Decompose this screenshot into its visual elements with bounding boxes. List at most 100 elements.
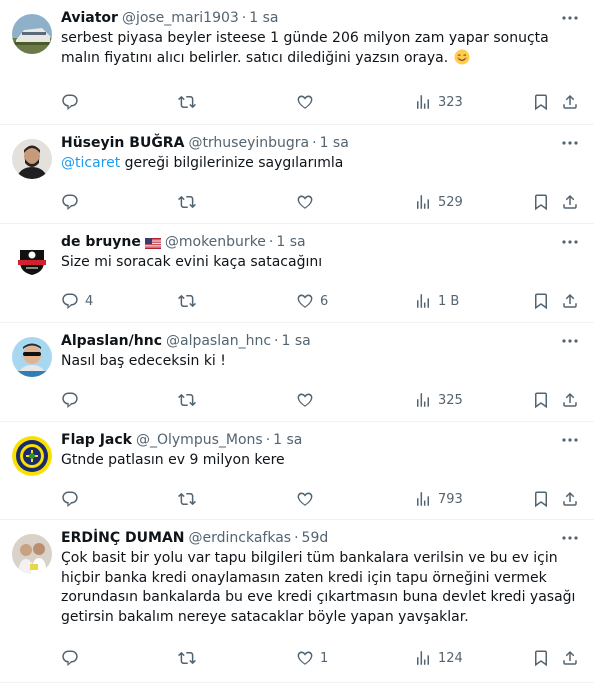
avatar[interactable] <box>12 436 52 476</box>
reply-icon <box>61 93 79 111</box>
reply-icon <box>61 649 79 667</box>
views-button[interactable]: 325 <box>414 391 463 409</box>
timestamp[interactable]: 1 sa <box>281 333 310 349</box>
more-options-icon[interactable] <box>560 232 580 252</box>
display-name[interactable]: de bruyne <box>61 234 141 250</box>
share-button[interactable] <box>561 93 579 111</box>
timestamp[interactable]: 59d <box>302 530 329 546</box>
user-handle[interactable]: @alpaslan_hnc <box>166 333 271 349</box>
reply-button[interactable] <box>61 490 85 508</box>
separator-dot: · <box>268 234 274 250</box>
user-handle[interactable]: @mokenburke <box>165 234 266 250</box>
tweet-content: ERDİNÇ DUMAN @erdinckafkas · 59d Çok bas… <box>61 528 580 627</box>
like-button[interactable] <box>296 93 320 111</box>
user-handle[interactable]: @jose_mari1903 <box>122 10 239 26</box>
more-options-icon[interactable] <box>560 133 580 153</box>
like-button[interactable] <box>296 490 320 508</box>
avatar[interactable] <box>12 14 52 54</box>
reply-button[interactable] <box>61 391 85 409</box>
views-button[interactable]: 1 B <box>414 292 459 310</box>
tweet-header: Alpaslan/hnc @alpaslan_hnc · 1 sa <box>61 331 580 351</box>
reply-button[interactable]: 4 <box>61 292 93 310</box>
display-name[interactable]: ERDİNÇ DUMAN <box>61 530 185 546</box>
tweet-text: serbest piyasa beyler isteese 1 günde 20… <box>61 29 580 68</box>
more-options-icon[interactable] <box>560 430 580 450</box>
like-button[interactable] <box>296 193 320 211</box>
bookmark-button[interactable] <box>532 391 550 409</box>
user-handle[interactable]: @_Olympus_Mons <box>136 432 263 448</box>
bookmark-button[interactable] <box>532 292 550 310</box>
tweet-actions: 323 <box>61 91 580 113</box>
tweet[interactable]: Hüseyin BUĞRA @trhuseyinbugra · 1 sa @ti… <box>0 125 594 224</box>
repost-button[interactable] <box>178 490 202 508</box>
reply-button[interactable] <box>61 193 85 211</box>
repost-icon <box>178 93 196 111</box>
view-count: 529 <box>438 194 463 210</box>
avatar[interactable] <box>12 534 52 574</box>
display-name[interactable]: Alpaslan/hnc <box>61 333 162 349</box>
bookmark-button[interactable] <box>532 193 550 211</box>
tweet[interactable]: Alpaslan/hnc @alpaslan_hnc · 1 sa Nasıl … <box>0 323 594 422</box>
reply-button[interactable] <box>61 93 85 111</box>
bookmark-button[interactable] <box>532 649 550 667</box>
reply-count: 4 <box>85 293 94 309</box>
user-handle[interactable]: @trhuseyinbugra <box>188 135 309 151</box>
tweet[interactable]: Flap Jack @_Olympus_Mons · 1 sa Gtnde pa… <box>0 422 594 520</box>
share-button[interactable] <box>561 391 579 409</box>
tweet-content: de bruyne @mokenburke · 1 sa Size mi sor… <box>61 232 580 273</box>
views-button[interactable]: 323 <box>414 93 463 111</box>
share-button[interactable] <box>561 490 579 508</box>
timestamp[interactable]: 1 sa <box>249 10 278 26</box>
tweet-text: Çok basit bir yolu var tapu bilgileri tü… <box>61 549 580 627</box>
reply-button[interactable] <box>61 649 85 667</box>
views-button[interactable]: 793 <box>414 490 463 508</box>
timestamp[interactable]: 1 sa <box>320 135 349 151</box>
display-name[interactable]: Hüseyin BUĞRA <box>61 135 184 151</box>
repost-button[interactable] <box>178 93 202 111</box>
tweet-text: Gtnde patlasın ev 9 milyon kere <box>61 451 580 471</box>
share-icon <box>561 93 579 111</box>
repost-button[interactable] <box>178 649 202 667</box>
tweet-header: ERDİNÇ DUMAN @erdinckafkas · 59d <box>61 528 580 548</box>
tweet-header: Flap Jack @_Olympus_Mons · 1 sa <box>61 430 580 450</box>
display-name[interactable]: Flap Jack <box>61 432 132 448</box>
views-button[interactable]: 529 <box>414 193 463 211</box>
tweet-text-body: Size mi soracak evini kaça satacağını <box>61 254 323 270</box>
analytics-icon <box>414 649 432 667</box>
views-button[interactable]: 124 <box>414 649 463 667</box>
display-name[interactable]: Aviator <box>61 10 118 26</box>
separator-dot: · <box>294 530 299 546</box>
tweet[interactable]: de bruyne @mokenburke · 1 sa Size mi sor… <box>0 224 594 323</box>
analytics-icon <box>414 193 432 211</box>
share-button[interactable] <box>561 193 579 211</box>
heart-icon <box>296 292 314 310</box>
bookmark-button[interactable] <box>532 490 550 508</box>
share-button[interactable] <box>561 649 579 667</box>
like-button[interactable] <box>296 391 320 409</box>
avatar[interactable] <box>12 337 52 377</box>
tweet[interactable]: ERDİNÇ DUMAN @erdinckafkas · 59d Çok bas… <box>0 520 594 683</box>
repost-button[interactable] <box>178 193 202 211</box>
avatar[interactable] <box>12 238 52 278</box>
analytics-icon <box>414 292 432 310</box>
more-options-icon[interactable] <box>560 8 580 28</box>
like-count: 6 <box>320 293 329 309</box>
tweet-content: Flap Jack @_Olympus_Mons · 1 sa Gtnde pa… <box>61 430 580 471</box>
repost-button[interactable] <box>178 391 202 409</box>
tweet[interactable]: Aviator @jose_mari1903 · 1 sa serbest pi… <box>0 0 594 125</box>
like-button[interactable]: 1 <box>296 649 328 667</box>
separator-dot: · <box>265 432 271 448</box>
mention-link[interactable]: @ticaret <box>61 155 120 171</box>
more-options-icon[interactable] <box>560 528 580 548</box>
repost-button[interactable] <box>178 292 202 310</box>
avatar[interactable] <box>12 139 52 179</box>
like-button[interactable]: 6 <box>296 292 328 310</box>
tweet-content: Hüseyin BUĞRA @trhuseyinbugra · 1 sa @ti… <box>61 133 580 174</box>
bookmark-button[interactable] <box>532 93 550 111</box>
reply-icon <box>61 193 79 211</box>
more-options-icon[interactable] <box>560 331 580 351</box>
timestamp[interactable]: 1 sa <box>276 234 305 250</box>
user-handle[interactable]: @erdinckafkas <box>189 530 292 546</box>
timestamp[interactable]: 1 sa <box>273 432 302 448</box>
share-button[interactable] <box>561 292 579 310</box>
